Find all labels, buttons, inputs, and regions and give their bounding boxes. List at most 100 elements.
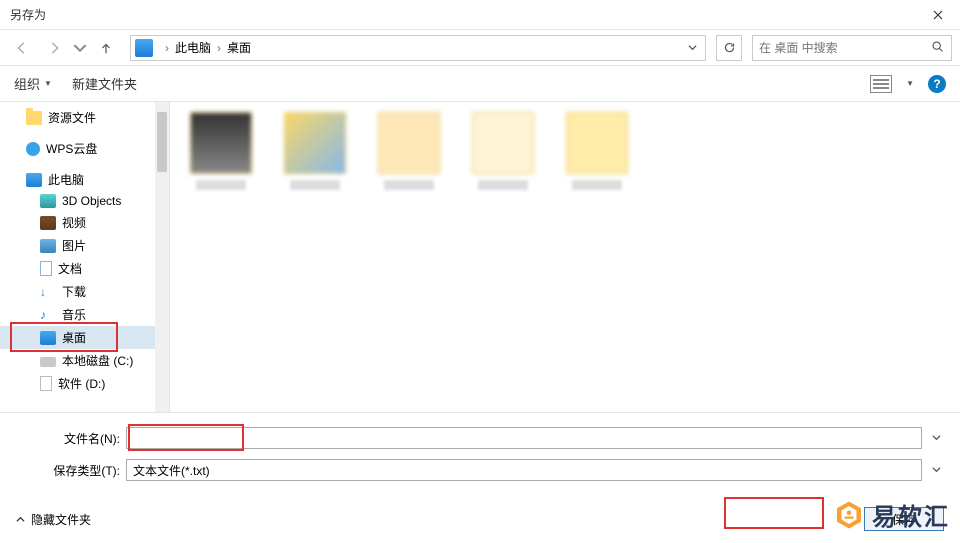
refresh-button[interactable] [716,35,742,61]
music-icon: ♪ [40,308,56,322]
search-box[interactable] [752,35,952,61]
sidebar-item-label: 文档 [58,260,82,277]
sidebar-item-desktop[interactable]: 桌面 [0,326,169,349]
sidebar-item-downloads[interactable]: ↓ 下载 [0,280,169,303]
file-list[interactable] [170,102,960,412]
help-button[interactable]: ? [928,75,946,93]
sidebar-item-label: 视频 [62,214,86,231]
file-item[interactable] [280,112,350,190]
file-item[interactable] [468,112,538,190]
save-fields: 文件名(N): 保存类型(T): 文本文件(*.txt) [0,412,960,499]
sidebar-item-label: 桌面 [62,329,86,346]
search-icon [931,40,945,56]
folder-thumb-icon [472,112,534,174]
document-icon [40,261,52,276]
chevron-down-icon[interactable]: ▼ [906,79,914,88]
nav-up-button[interactable] [92,34,120,62]
file-item[interactable] [562,112,632,190]
filetype-value: 文本文件(*.txt) [133,462,210,479]
watermark: 易软汇 [834,497,950,532]
disk-icon [40,357,56,367]
dialog-footer: 隐藏文件夹 保存 [0,499,960,543]
filetype-dropdown[interactable] [928,463,944,477]
sidebar-item-pictures[interactable]: 图片 [0,234,169,257]
sidebar-scrollbar[interactable] [155,102,169,412]
folder-thumb-icon [566,112,628,174]
sidebar-item-wps-cloud[interactable]: WPS云盘 [0,137,169,160]
sidebar-item-label: 软件 (D:) [58,375,105,392]
file-item[interactable] [186,112,256,190]
breadcrumb-current[interactable]: 桌面 [227,39,251,56]
sidebar-item-3d-objects[interactable]: 3D Objects [0,191,169,211]
hide-folders-label: 隐藏文件夹 [31,511,91,528]
nav-recent-button[interactable] [72,34,88,62]
filename-input[interactable] [133,431,915,445]
search-input[interactable] [759,41,931,55]
sidebar-item-resources[interactable]: 资源文件 [0,106,169,129]
sidebar-item-label: 此电脑 [48,171,84,188]
breadcrumb-sep: › [217,41,221,55]
desktop-icon [40,331,56,345]
filename-field-wrap[interactable] [126,427,922,449]
new-folder-button[interactable]: 新建文件夹 [72,74,137,93]
file-label [572,180,622,190]
watermark-text: 易软汇 [872,497,950,532]
arrow-left-icon [15,41,29,55]
cloud-icon [26,142,40,156]
filename-label: 文件名(N): [40,430,120,447]
folder-icon [26,111,42,125]
chevron-down-icon [688,43,697,52]
watermark-logo-icon [834,500,864,530]
breadcrumb-root[interactable]: 此电脑 [175,39,211,56]
title-bar: 另存为 [0,0,960,30]
toolbar: 组织 ▼ 新建文件夹 ▼ ? [0,66,960,102]
chevron-down-icon [932,465,941,474]
organize-label: 组织 [14,74,40,93]
scrollbar-thumb[interactable] [157,112,167,172]
sidebar-item-local-disk-c[interactable]: 本地磁盘 (C:) [0,349,169,372]
file-label [384,180,434,190]
sidebar-item-label: 音乐 [62,306,86,323]
nav-forward-button[interactable] [40,34,68,62]
view-options-button[interactable] [870,75,892,93]
disk-icon [40,376,52,391]
sidebar-item-label: 资源文件 [48,109,96,126]
sidebar-item-videos[interactable]: 视频 [0,211,169,234]
folder-thumb-icon [190,112,252,174]
refresh-icon [723,41,736,54]
sidebar-item-label: 下载 [62,283,86,300]
file-item[interactable] [374,112,444,190]
sidebar-item-label: WPS云盘 [46,140,97,157]
sidebar-item-label: 本地磁盘 (C:) [62,352,133,369]
video-icon [40,216,56,230]
close-icon [933,10,943,20]
nav-sidebar: 资源文件 WPS云盘 此电脑 3D Objects 视频 图片 文档 ↓ 下载 ♪… [0,102,170,412]
sidebar-item-this-pc[interactable]: 此电脑 [0,168,169,191]
close-button[interactable] [915,0,960,30]
chevron-up-icon [16,515,25,524]
file-label [290,180,340,190]
download-icon: ↓ [40,285,56,299]
folder-thumb-icon [284,112,346,174]
address-bar[interactable]: › 此电脑 › 桌面 [130,35,706,61]
chevron-down-icon [73,41,87,55]
sidebar-item-label: 3D Objects [62,194,121,208]
chevron-down-icon: ▼ [44,79,52,88]
chevron-down-icon [932,433,941,442]
filename-dropdown[interactable] [928,431,944,445]
body-area: 资源文件 WPS云盘 此电脑 3D Objects 视频 图片 文档 ↓ 下载 ♪… [0,102,960,412]
filetype-select[interactable]: 文本文件(*.txt) [126,459,922,481]
sidebar-item-documents[interactable]: 文档 [0,257,169,280]
organize-menu[interactable]: 组织 ▼ [14,74,52,93]
arrow-right-icon [47,41,61,55]
hide-folders-toggle[interactable]: 隐藏文件夹 [16,511,91,528]
sidebar-item-label: 图片 [62,237,86,254]
folder-thumb-icon [378,112,440,174]
image-icon [40,239,56,253]
cube-icon [40,194,56,208]
address-dropdown[interactable] [683,43,701,52]
nav-back-button[interactable] [8,34,36,62]
sidebar-item-music[interactable]: ♪ 音乐 [0,303,169,326]
file-label [478,180,528,190]
sidebar-item-software-d[interactable]: 软件 (D:) [0,372,169,395]
